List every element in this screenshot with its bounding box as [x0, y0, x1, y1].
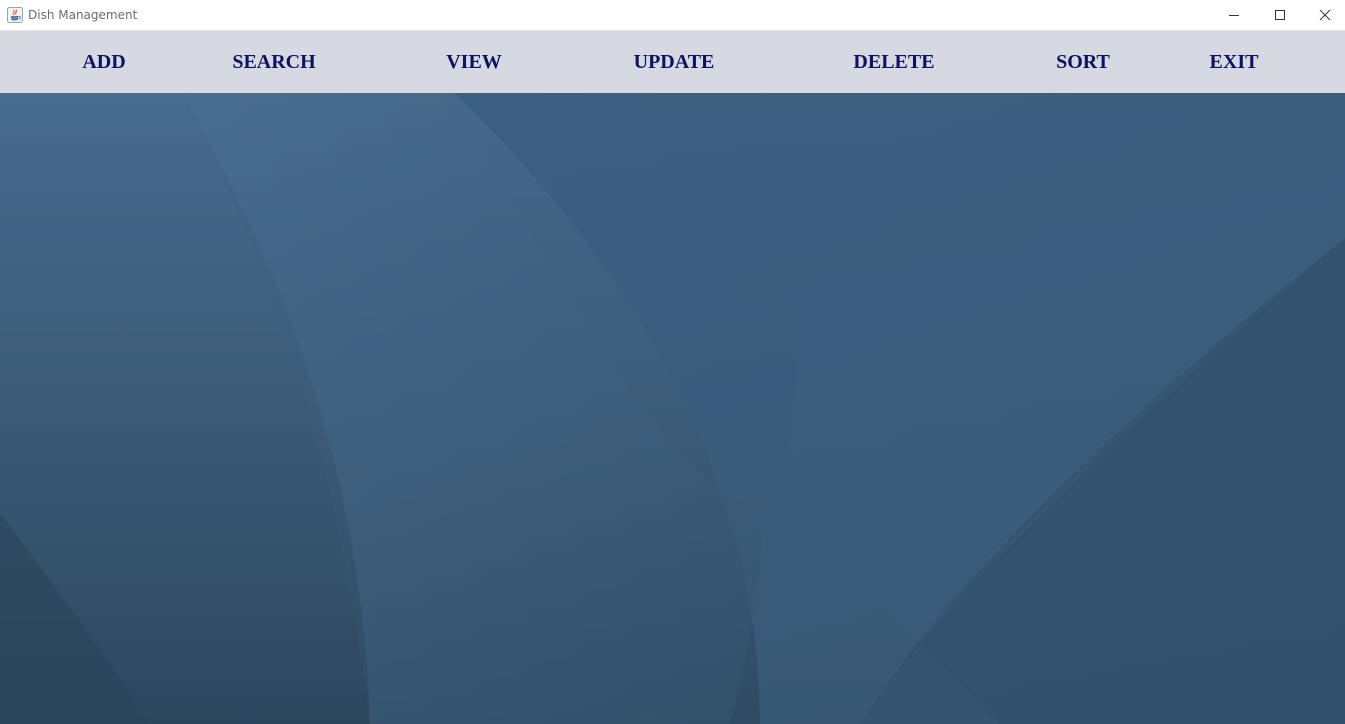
close-button[interactable] — [1302, 0, 1345, 30]
app-window: Dish Management ADD SEARCH VIEW UPDATE D… — [0, 0, 1345, 724]
title-bar[interactable]: Dish Management — [0, 0, 1345, 31]
menu-item-view[interactable]: VIEW — [446, 48, 502, 76]
window-title: Dish Management — [28, 8, 138, 22]
menu-item-search[interactable]: SEARCH — [232, 48, 315, 76]
menu-item-update[interactable]: UPDATE — [634, 48, 715, 76]
minimize-button[interactable] — [1211, 0, 1257, 30]
menu-item-sort[interactable]: SORT — [1056, 48, 1110, 76]
java-cup-icon — [7, 7, 23, 23]
maximize-icon — [1275, 10, 1285, 20]
close-icon — [1319, 9, 1331, 21]
background-wallpaper — [0, 93, 1345, 724]
menu-bar: ADD SEARCH VIEW UPDATE DELETE SORT EXIT — [0, 31, 1345, 93]
menu-item-add[interactable]: ADD — [82, 48, 125, 76]
minimize-icon — [1229, 15, 1239, 16]
menu-item-delete[interactable]: DELETE — [853, 48, 934, 76]
wallpaper-swooshes — [0, 93, 1345, 724]
menu-item-exit[interactable]: EXIT — [1210, 48, 1259, 76]
maximize-button[interactable] — [1257, 0, 1303, 30]
